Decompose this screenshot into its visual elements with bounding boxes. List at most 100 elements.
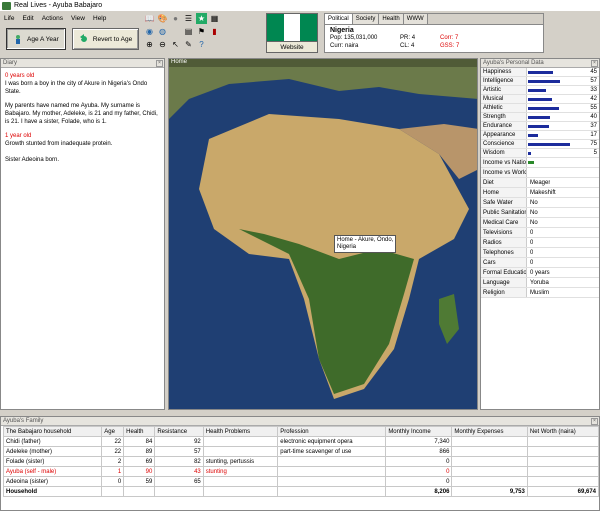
flag-stripe-middle (283, 14, 301, 41)
table-cell: Adeoina (sister) (2, 476, 103, 487)
menu-actions[interactable]: Actions (38, 15, 67, 22)
cl-value: 4 (411, 43, 415, 49)
blank-tool-icon[interactable] (170, 26, 181, 37)
stat-label: Endurance (481, 122, 527, 130)
wand-icon[interactable]: ✎ (183, 39, 194, 50)
world-map-panel[interactable]: Home Home - Akure, Ondo, Nigeria (168, 58, 478, 410)
stat-bar-track (527, 131, 585, 139)
pr-label: PR: (400, 35, 411, 41)
stat-bar-track (527, 86, 585, 94)
column-header[interactable]: Profession (277, 426, 387, 437)
table-cell (202, 436, 279, 447)
close-icon[interactable]: × (591, 418, 598, 425)
table-cell: 43 (154, 466, 204, 477)
stat-bar (528, 71, 554, 74)
income-vs-nation-label: Income vs Nation (481, 158, 527, 167)
person-icon (16, 35, 20, 44)
globe-icon[interactable]: ◉ (144, 26, 155, 37)
table-row[interactable]: Household 8,206 9,753 69,674 (2, 486, 600, 497)
info-label: Safe Water (481, 198, 527, 207)
table-cell (202, 486, 279, 497)
table-cell: Ayuba (self - male) (2, 466, 103, 477)
column-header[interactable]: Health Problems (202, 426, 279, 437)
menu-help[interactable]: Help (89, 15, 110, 22)
corr-value: 7 (455, 35, 459, 41)
column-header[interactable]: Resistance (154, 426, 204, 437)
menu-life[interactable]: Life (0, 15, 18, 22)
pr-value: 4 (411, 35, 416, 41)
table-cell: Chidi (father) (2, 436, 103, 447)
menu-edit[interactable]: Edit (18, 15, 37, 22)
info-row: Telephones 0 (481, 248, 599, 258)
stat-bar (528, 80, 560, 83)
calculator-icon[interactable]: ▮ (209, 26, 220, 37)
stat-bar (528, 143, 570, 146)
pr-stat: PR: 4 (400, 34, 440, 42)
column-header[interactable]: Age (101, 426, 125, 437)
table-cell: 22 (101, 436, 125, 447)
personal-data-header: Ayuba's Personal Data × (481, 59, 599, 68)
stat-row: Appearance 17 (481, 131, 599, 140)
stat-label: Athletic (481, 104, 527, 112)
stat-value: 33 (590, 87, 597, 93)
website-button[interactable]: Website (266, 41, 318, 53)
age-a-year-button[interactable]: Age A Year (6, 28, 66, 50)
person-tool-icon[interactable]: ⚑ (196, 26, 207, 37)
table-cell (202, 476, 279, 487)
info-value: Meager (530, 180, 551, 186)
runner-icon[interactable]: ★ (196, 13, 207, 24)
book-icon[interactable]: 📖 (144, 13, 155, 24)
column-header[interactable]: Net Worth (naira) (526, 426, 600, 437)
stat-row: Artistic 33 (481, 86, 599, 95)
palette-icon[interactable]: 🎨 (157, 13, 168, 24)
info-value: Makeshift (530, 190, 556, 196)
grid-icon[interactable]: ▦ (209, 13, 220, 24)
table-row[interactable]: Chidi (father) 22 84 92 electronic equipment… (2, 436, 600, 447)
stat-label: Intelligence (481, 77, 527, 85)
stat-bar (528, 152, 531, 155)
stat-bar (528, 125, 549, 128)
stat-bar-track (527, 122, 585, 130)
pointer-icon[interactable]: ↖ (170, 39, 181, 50)
info-label: Home (481, 188, 527, 197)
diary-paragraph: Growth stunted from inadequate protein. (5, 141, 113, 147)
table-cell: part-time scavenger of use (277, 446, 387, 457)
column-header[interactable]: Monthly Income (385, 426, 453, 437)
stat-label: Happiness (481, 68, 527, 76)
list-icon[interactable]: ☰ (183, 13, 194, 24)
column-header[interactable]: Monthly Expenses (451, 426, 528, 437)
info-row: Language Yoruba (481, 278, 599, 288)
stat-label: Conscience (481, 140, 527, 148)
table-row[interactable]: Adeleke (mother) 22 89 57 part-time scavenge… (2, 446, 600, 457)
info-row: Safe Water No (481, 198, 599, 208)
table-cell: 90 (123, 466, 156, 477)
zoom-out-icon[interactable]: ⊖ (157, 39, 168, 50)
tab-www[interactable]: WWW (403, 14, 428, 24)
revert-to-age-button[interactable]: Revert to Age (71, 28, 140, 50)
age-a-year-label: Age A Year (27, 35, 59, 43)
table-row[interactable]: Folade (sister) 2 69 82 stunting, pertussis 0 (2, 456, 600, 467)
table-row[interactable]: Ayuba (self - male) 1 90 43 stunting 0 (2, 466, 600, 477)
close-icon[interactable]: × (591, 60, 598, 67)
column-header[interactable]: Health (123, 426, 156, 437)
stat-value: 57 (590, 78, 597, 84)
family-table: The Babajaro household Age Health Resistanc… (2, 426, 600, 497)
stat-value: 17 (590, 132, 597, 138)
record-icon[interactable]: ● (170, 13, 181, 24)
tab-society[interactable]: Society (352, 14, 380, 24)
table-cell: Household (2, 486, 103, 497)
table-row[interactable]: Adeoina (sister) 0 59 65 0 (2, 476, 600, 487)
tab-political[interactable]: Political (325, 14, 353, 24)
close-icon[interactable]: × (156, 60, 163, 67)
table-cell (526, 436, 600, 447)
info-value: No (530, 210, 538, 216)
document-icon[interactable]: ▤ (183, 26, 194, 37)
currency-stat: Curr: naira (330, 42, 400, 50)
tab-health[interactable]: Health (379, 14, 404, 24)
column-header[interactable]: The Babajaro household (2, 426, 103, 437)
help-icon[interactable]: ? (196, 39, 207, 50)
menu-view[interactable]: View (67, 15, 89, 22)
map-icon[interactable]: ◍ (157, 26, 168, 37)
family-panel: Ayuba's Family × The Babajaro household A… (0, 416, 600, 511)
zoom-in-icon[interactable]: ⊕ (144, 39, 155, 50)
